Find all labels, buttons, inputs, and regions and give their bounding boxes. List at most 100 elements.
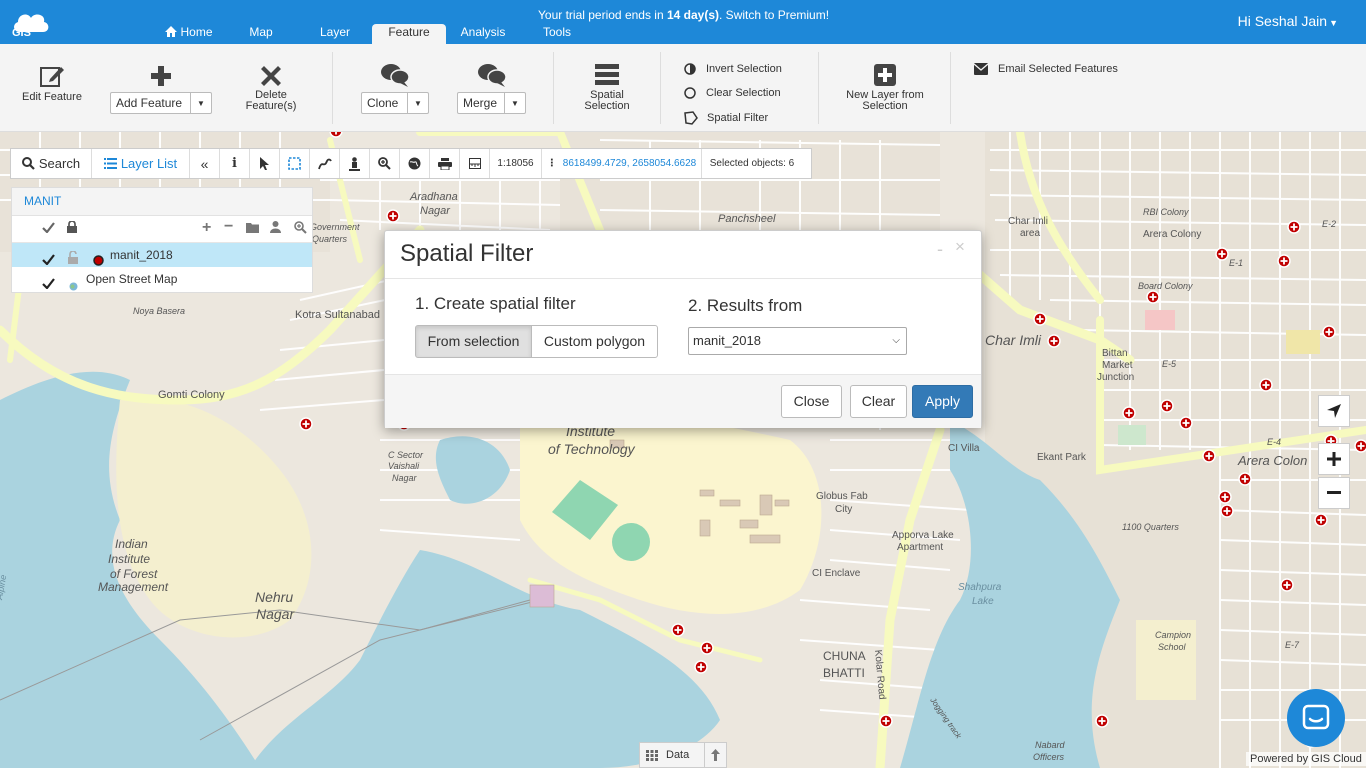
hospital-marker[interactable] — [879, 714, 893, 728]
hospital-marker[interactable] — [1179, 416, 1193, 430]
layer-row-osm[interactable]: Open Street Map — [12, 267, 312, 291]
info-tool-button[interactable]: i — [220, 149, 250, 178]
zoom-to-layer-icon[interactable] — [294, 221, 307, 237]
hospital-marker[interactable] — [1314, 513, 1328, 527]
locate-me-button[interactable] — [1318, 395, 1350, 427]
apply-button[interactable]: Apply — [912, 385, 973, 418]
svg-text:Kotra Sultanabad: Kotra Sultanabad — [295, 309, 380, 321]
gis-cloud-logo[interactable]: GIS — [10, 8, 52, 39]
check-all-icon[interactable] — [42, 222, 55, 236]
map-toolbar: Search Layer List « i 1:18056 ⋮ 8618499.… — [10, 148, 812, 179]
hospital-marker[interactable] — [1277, 254, 1291, 268]
clear-button[interactable]: Clear — [850, 385, 907, 418]
measure-tool-button[interactable] — [310, 149, 340, 178]
select-tool-button[interactable] — [250, 149, 280, 178]
hospital-marker[interactable] — [1146, 290, 1160, 304]
hospital-marker[interactable] — [1322, 325, 1336, 339]
nav-tab-map[interactable]: Map — [241, 24, 281, 44]
invert-selection-button[interactable]: Invert Selection — [684, 63, 782, 75]
hospital-marker[interactable] — [1238, 472, 1252, 486]
hospital-marker[interactable] — [1047, 334, 1061, 348]
polygon-icon — [684, 111, 698, 125]
print-button[interactable] — [430, 149, 460, 178]
minimize-icon[interactable]: - — [937, 239, 943, 260]
hospital-marker[interactable] — [1220, 504, 1234, 518]
street-view-button[interactable] — [340, 149, 370, 178]
close-icon[interactable]: × — [955, 237, 965, 257]
spatial-filter-button[interactable]: Spatial Filter — [683, 111, 768, 125]
hospital-marker[interactable] — [1215, 247, 1229, 261]
hospital-marker[interactable] — [1095, 714, 1109, 728]
zoom-area-button[interactable] — [370, 149, 400, 178]
hospital-marker[interactable] — [694, 660, 708, 674]
chevron-down-icon[interactable]: ▼ — [408, 93, 428, 113]
layer-list-button[interactable]: Layer List — [92, 149, 190, 178]
email-selected-features-button[interactable]: Email Selected Features — [974, 63, 1118, 75]
merge-icon-button[interactable] — [477, 62, 507, 92]
merge-dropdown[interactable]: Merge ▼ — [457, 92, 526, 114]
clear-selection-button[interactable]: Clear Selection — [684, 87, 781, 99]
hospital-marker[interactable] — [1122, 406, 1136, 420]
collapse-panel-button[interactable]: « — [190, 149, 220, 178]
svg-text:1100 Quarters: 1100 Quarters — [1122, 522, 1179, 532]
scale-bar-icon-button[interactable] — [460, 149, 490, 178]
layer-row-manit[interactable]: manit_2018 — [12, 243, 312, 267]
results-layer-select[interactable]: manit_2018 ⌵ — [688, 327, 907, 355]
remove-layer-icon[interactable]: − — [224, 219, 233, 235]
user-menu[interactable]: Hi Seshal Jain ▼ — [1238, 13, 1338, 29]
plus-square-icon — [874, 64, 896, 86]
nav-tab-home[interactable]: Home — [160, 24, 218, 44]
vertical-ellipsis-icon[interactable]: ⋮ — [547, 158, 557, 169]
hospital-marker[interactable] — [1033, 312, 1047, 326]
clone-dropdown[interactable]: Clone ▼ — [361, 92, 429, 114]
hospital-marker[interactable] — [1354, 439, 1366, 453]
plus-icon — [151, 66, 171, 86]
from-selection-toggle[interactable]: From selection — [415, 325, 532, 358]
close-button[interactable]: Close — [781, 385, 842, 418]
edit-feature-button[interactable]: Edit Feature — [18, 64, 86, 103]
chat-support-button[interactable] — [1287, 689, 1345, 747]
nav-tab-analysis[interactable]: Analysis — [455, 24, 511, 44]
folder-icon[interactable] — [246, 222, 259, 236]
chevron-down-icon[interactable]: ▼ — [191, 93, 211, 113]
nav-tab-feature[interactable]: Feature — [372, 24, 446, 44]
user-icon[interactable] — [270, 221, 281, 236]
hospital-marker[interactable] — [299, 417, 313, 431]
new-layer-from-selection-button[interactable]: New Layer from Selection — [840, 64, 930, 112]
box-select-tool-button[interactable] — [280, 149, 310, 178]
data-panel-tab[interactable]: Data — [639, 742, 727, 768]
hospital-marker[interactable] — [1287, 220, 1301, 234]
nav-tab-layer[interactable]: Layer — [313, 24, 357, 44]
search-button[interactable]: Search — [11, 149, 92, 178]
comments-icon — [381, 64, 410, 87]
custom-polygon-toggle[interactable]: Custom polygon — [531, 325, 658, 358]
add-feature-icon-button[interactable] — [148, 64, 174, 92]
nav-tab-tools[interactable]: Tools — [534, 24, 580, 44]
zoom-in-button[interactable] — [1318, 443, 1350, 475]
full-extent-button[interactable] — [400, 149, 430, 178]
expand-data-panel-button[interactable] — [704, 743, 726, 767]
add-feature-dropdown[interactable]: Add Feature ▼ — [110, 92, 212, 114]
project-name[interactable]: MANIT — [12, 188, 312, 216]
hospital-marker[interactable] — [1160, 399, 1174, 413]
clone-icon-button[interactable] — [380, 62, 410, 92]
hospital-marker[interactable] — [1202, 449, 1216, 463]
hospital-marker[interactable] — [700, 641, 714, 655]
layer-visible-checkbox[interactable] — [42, 273, 55, 297]
hospital-marker[interactable] — [1218, 490, 1232, 504]
hospital-marker[interactable] — [671, 623, 685, 637]
map-scale[interactable]: 1:18056 — [490, 149, 542, 178]
chevron-down-icon[interactable]: ▼ — [505, 93, 525, 113]
zoom-out-button[interactable] — [1318, 477, 1350, 509]
delete-feature-button[interactable]: Delete Feature(s) — [240, 66, 302, 112]
trial-notice[interactable]: Your trial period ends in 14 day(s). Swi… — [538, 8, 829, 22]
hospital-marker[interactable] — [1259, 378, 1273, 392]
hospital-marker[interactable] — [1280, 578, 1294, 592]
spatial-selection-button[interactable]: Spatial Selection — [575, 62, 639, 112]
add-layer-icon[interactable]: + — [202, 220, 211, 236]
hospital-marker[interactable] — [386, 209, 400, 223]
dialog-divider — [385, 278, 981, 279]
hospital-marker[interactable] — [329, 132, 343, 138]
layer-name: manit_2018 — [110, 248, 173, 262]
lock-icon[interactable] — [67, 220, 77, 236]
